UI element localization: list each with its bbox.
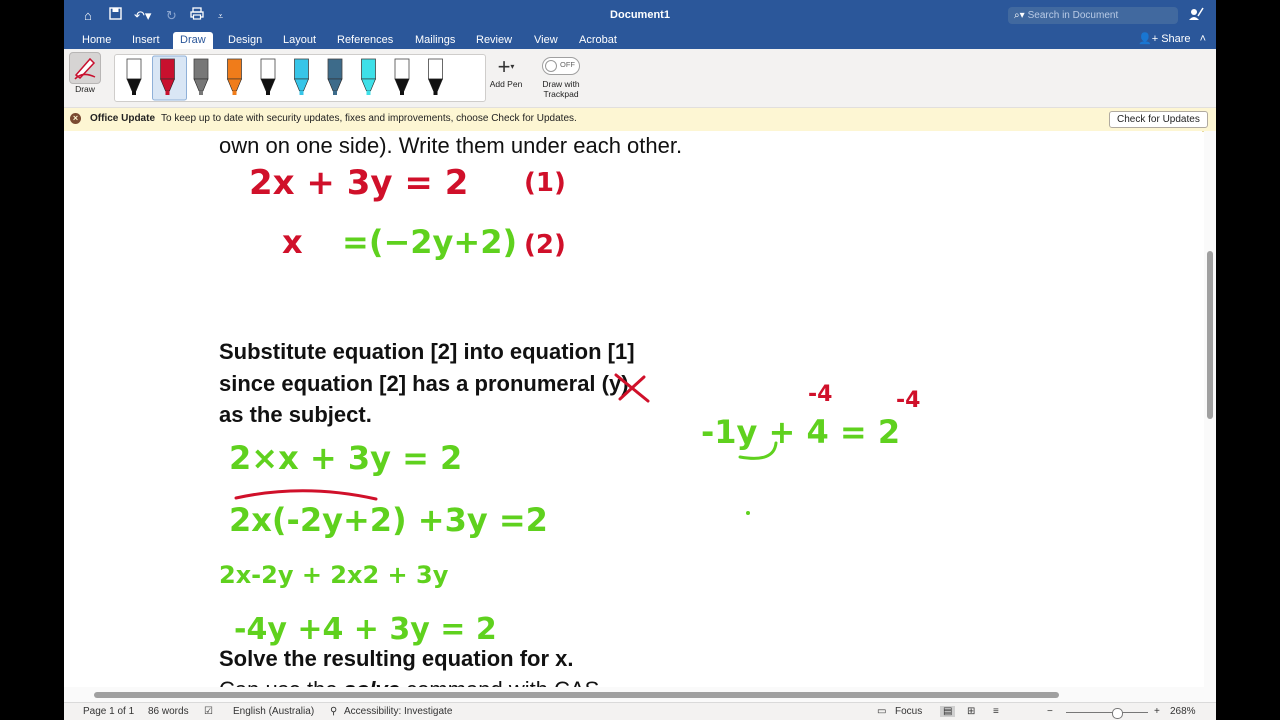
pen-red-icon[interactable] (152, 55, 187, 101)
pen-black-icon[interactable] (126, 58, 142, 95)
tab-home[interactable]: Home (75, 32, 118, 49)
tab-references[interactable]: References (330, 32, 400, 49)
check-for-updates-button[interactable]: Check for Updates (1109, 111, 1208, 128)
zoom-in-icon[interactable]: + (1154, 706, 1160, 717)
trackpad-label-2: Trackpad (543, 89, 579, 99)
status-bar: Page 1 of 1 86 words ☑ English (Australi… (64, 702, 1216, 720)
horizontal-scroll-thumb[interactable] (94, 692, 1059, 698)
draw-with-trackpad: OFF Draw with Trackpad (536, 55, 586, 99)
collapse-ribbon-icon[interactable]: ˄ (1200, 33, 1206, 45)
ink-step1: 2×x + 3y = 2 (229, 439, 462, 477)
tab-design[interactable]: Design (221, 32, 269, 49)
print-layout-icon[interactable]: ▤ (940, 706, 956, 717)
horizontal-scrollbar[interactable] (64, 687, 1216, 702)
dismiss-icon[interactable]: × (70, 113, 81, 124)
ink-eq2-lhs: x (282, 223, 303, 261)
tab-acrobat[interactable]: Acrobat (572, 32, 624, 49)
word-count[interactable]: 86 words (148, 706, 189, 717)
ink-dot (746, 511, 750, 515)
accessibility-icon[interactable]: ⚲ (330, 706, 337, 717)
update-message-bar: × Office Update To keep up to date with s… (64, 108, 1216, 132)
trackpad-toggle[interactable]: OFF (542, 57, 580, 75)
zoom-out-icon[interactable]: − (1047, 706, 1053, 717)
accessibility-status[interactable]: Accessibility: Investigate (344, 706, 452, 717)
pen-galaxy-icon[interactable] (327, 58, 343, 95)
outline-view-icon[interactable]: ≡ (993, 706, 999, 717)
ink-side-sub-2: -4 (896, 388, 920, 413)
tab-mailings[interactable]: Mailings (408, 32, 462, 49)
share-label: Share (1161, 33, 1191, 45)
ink-step2: 2x(-2y+2) +3y =2 (229, 501, 548, 539)
draw-button[interactable]: Draw (68, 52, 102, 104)
share-icon: 👤+ (1138, 33, 1159, 45)
zoom-level[interactable]: 268% (1170, 706, 1196, 717)
ink-strikeout-y (614, 373, 650, 403)
proofing-icon[interactable]: ☑ (204, 706, 213, 717)
plus-icon: +▾ (497, 54, 515, 79)
update-title: Office Update (90, 113, 156, 124)
share-button[interactable]: 👤+ Share ˄ (1138, 32, 1206, 47)
update-message: Office Update To keep up to date with sec… (90, 113, 577, 124)
focus-label[interactable]: Focus (895, 706, 922, 717)
search-input[interactable]: ⌕▾ Search in Document (1008, 7, 1178, 24)
tab-view[interactable]: View (527, 32, 565, 49)
search-placeholder: Search in Document (1027, 10, 1119, 21)
document-page[interactable]: own on one side). Write them under each … (64, 131, 1202, 687)
tab-layout[interactable]: Layout (276, 32, 323, 49)
web-layout-icon[interactable]: ⊞ (967, 706, 975, 717)
update-text: To keep up to date with security updates… (161, 113, 577, 124)
zoom-slider[interactable] (1066, 712, 1148, 713)
ink-eq2-label: (2) (524, 230, 566, 260)
pen-gray-pencil-icon[interactable] (193, 58, 209, 95)
vertical-scrollbar[interactable] (1204, 131, 1216, 687)
pen-black-3-icon[interactable] (428, 58, 443, 95)
ink-layer: 2x + 3y = 2 (1) x =(−2y+2) (2) 2×x + 3y … (219, 163, 920, 647)
toggle-knob (545, 60, 557, 72)
highlighter-orange-icon[interactable] (227, 58, 242, 95)
tab-insert[interactable]: Insert (125, 32, 167, 49)
ink-side-equation: -1y + 4 = 2 (701, 413, 900, 451)
word-window: ⌂ ↶▾ ↻ ⩡ Document1 ⌕▾ Search in Document … (64, 0, 1216, 720)
ink-eq1-label: (1) (524, 168, 566, 198)
draw-pen-icon (69, 52, 101, 84)
ink-substitution-arc (234, 489, 378, 501)
ribbon-tabs: Home Insert Draw Design Layout Reference… (64, 32, 1216, 49)
pen-gallery (114, 54, 486, 102)
search-icon: ⌕▾ (1014, 10, 1025, 21)
tab-review[interactable]: Review (469, 32, 519, 49)
focus-icon[interactable]: ▭ (877, 706, 886, 717)
ink-eq1: 2x + 3y = 2 (249, 163, 468, 203)
language[interactable]: English (Australia) (233, 706, 314, 717)
ink-step3: 2x-2y + 2x2 + 3y (219, 561, 449, 589)
zoom-slider-knob[interactable] (1112, 708, 1123, 719)
toggle-state: OFF (560, 60, 575, 69)
add-pen-label: Add Pen (489, 79, 523, 89)
collaborate-icon[interactable] (1188, 6, 1206, 24)
ink-step4: -4y +4 + 3y = 2 (234, 612, 497, 647)
page-count[interactable]: Page 1 of 1 (83, 706, 134, 717)
draw-label: Draw (75, 84, 95, 94)
draw-ribbon: Draw +▾ Add Pen OFF Draw with Trackpad (64, 49, 1216, 108)
ink-eq2-rhs: =(−2y+2) (342, 223, 517, 261)
vertical-scroll-thumb[interactable] (1207, 251, 1213, 419)
pencil-black-icon[interactable] (394, 58, 410, 95)
title-bar: ⌂ ↶▾ ↻ ⩡ Document1 ⌕▾ Search in Document (64, 0, 1216, 32)
trackpad-label-1: Draw with (542, 79, 580, 89)
highlighter-cyan-icon[interactable] (361, 58, 376, 95)
pen-cyan-icon[interactable] (294, 58, 309, 95)
pen-black-2-icon[interactable] (260, 58, 276, 95)
add-pen-button[interactable]: +▾ Add Pen (484, 54, 528, 90)
ink-side-sub-1: -4 (808, 382, 832, 407)
tab-draw[interactable]: Draw (173, 32, 213, 49)
